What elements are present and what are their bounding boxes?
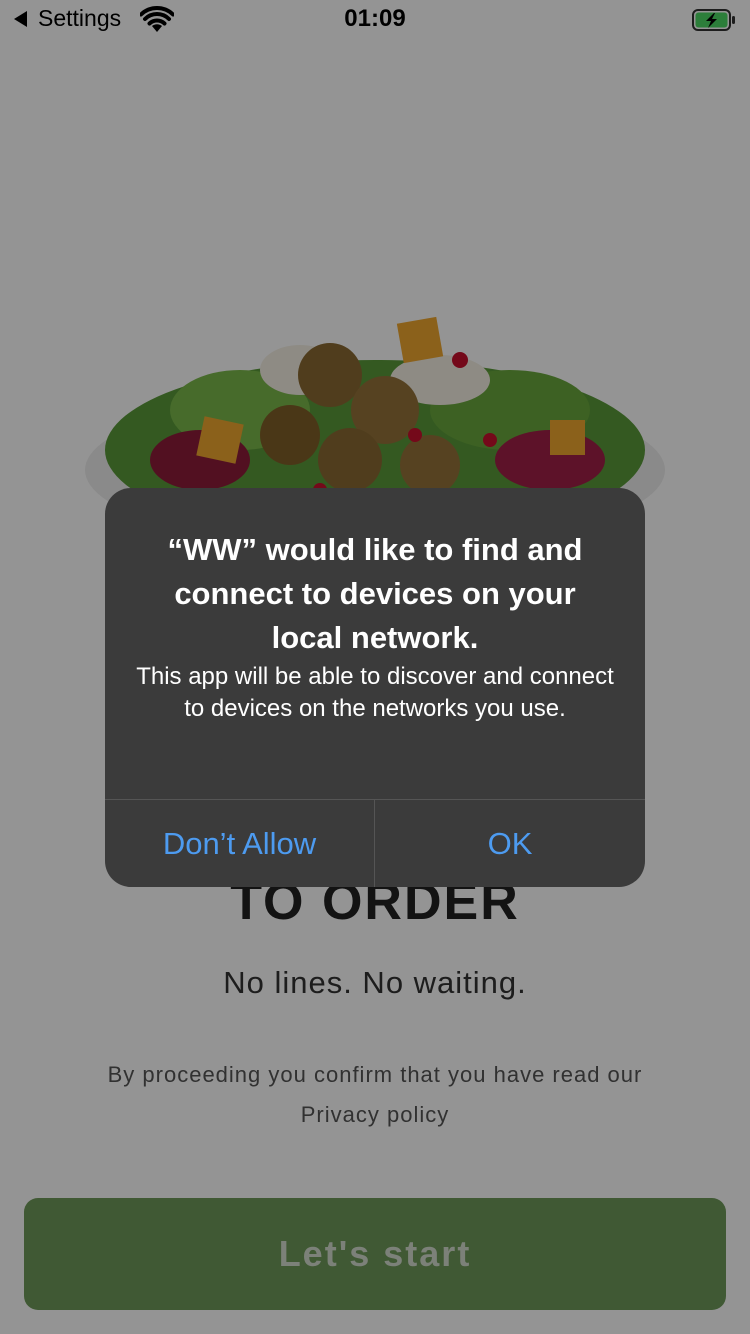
- dont-allow-button[interactable]: Don’t Allow: [105, 800, 374, 887]
- alert-message: This app will be able to discover and co…: [136, 663, 614, 722]
- alert-title: “WW” would like to find and connect to d…: [167, 532, 583, 655]
- ok-button[interactable]: OK: [375, 800, 645, 887]
- local-network-permission-alert: “WW” would like to find and connect to d…: [105, 488, 645, 887]
